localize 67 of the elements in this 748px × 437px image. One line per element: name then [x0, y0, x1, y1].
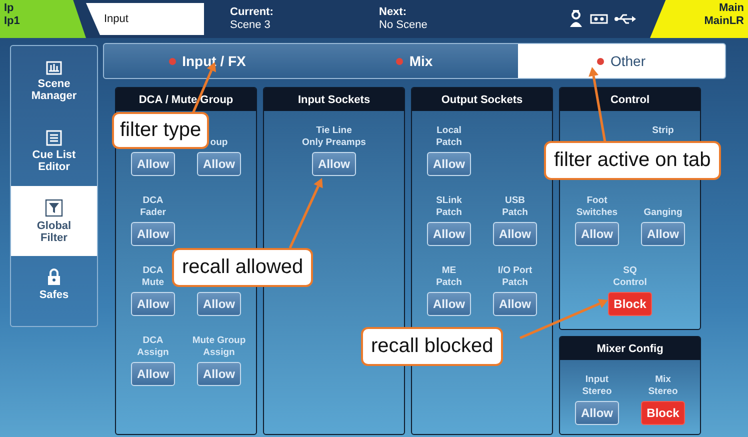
recall-toggle-button[interactable]: Allow — [493, 292, 537, 316]
sidebar-item[interactable]: Safes — [11, 256, 97, 326]
current-label: Current: — [230, 6, 274, 19]
layer-label: Ip — [4, 2, 15, 15]
filter-label: DCA Fader — [140, 195, 166, 219]
next-label: Next: — [379, 6, 408, 19]
filter-label: Tie Line Only Preamps — [302, 125, 366, 149]
channel-name-field[interactable]: Input — [86, 3, 204, 35]
sidebar-item[interactable]: Cue List Editor — [11, 116, 97, 186]
next-scene: No Scene — [379, 19, 428, 32]
filter-tab[interactable]: Input / FX — [104, 44, 311, 78]
annotation-callout: filter active on tab — [544, 141, 721, 180]
filter-label: Ganging — [644, 206, 682, 219]
filter-label: USB Patch — [502, 195, 528, 219]
filter-label: I/O Port Patch — [498, 265, 532, 289]
filter-label: Strip — [652, 125, 674, 138]
sidebar-item[interactable]: Global Filter — [11, 186, 97, 256]
recall-toggle-button[interactable]: Allow — [197, 292, 241, 316]
cassette-icon — [590, 14, 608, 24]
recall-toggle-button[interactable]: Allow — [131, 292, 175, 316]
panel-title: Output Sockets — [412, 88, 552, 111]
recall-toggle-button[interactable]: Allow — [131, 152, 175, 176]
channel-label: Ip1 — [4, 15, 21, 28]
recall-toggle-button[interactable]: Allow — [197, 362, 241, 386]
filter-label: Mix Stereo — [648, 374, 678, 398]
sidebar-item[interactable]: Scene Manager — [11, 46, 97, 116]
recall-toggle-button[interactable]: Allow — [493, 222, 537, 246]
recall-toggle-button[interactable]: Allow — [427, 152, 471, 176]
recall-toggle-button[interactable]: Allow — [131, 222, 175, 246]
mix-label: Main — [718, 2, 744, 15]
filter-label: Local Patch — [436, 125, 462, 149]
recall-toggle-button[interactable]: Block — [608, 292, 652, 316]
panel-title: DCA / Mute Group — [116, 88, 256, 111]
panel-title: Mixer Config — [560, 337, 700, 360]
recall-toggle-button[interactable]: Allow — [197, 152, 241, 176]
recall-toggle-button[interactable]: Block — [641, 401, 685, 425]
list-icon — [46, 130, 62, 146]
annotation-callout: filter type — [112, 112, 210, 149]
filter-label: oup — [210, 136, 228, 149]
recall-toggle-button[interactable]: Allow — [312, 152, 356, 176]
person-icon — [568, 10, 584, 28]
filter-label: DCA Mute — [142, 265, 164, 289]
recall-toggle-button[interactable]: Allow — [427, 292, 471, 316]
filter-tab[interactable]: Mix — [311, 44, 518, 78]
filter-tab[interactable]: Other — [518, 44, 725, 78]
current-scene: Scene 3 — [230, 19, 272, 32]
callout-arrow — [288, 178, 323, 249]
filter-label: SLink Patch — [436, 195, 462, 219]
filter-label: DCA Assign — [137, 335, 169, 359]
filter-label: ME Patch — [436, 265, 462, 289]
recall-toggle-button[interactable]: Allow — [131, 362, 175, 386]
recall-toggle-button[interactable]: Allow — [641, 222, 685, 246]
filter-label: Mute Group Assign — [192, 335, 246, 359]
panel-title: Control — [560, 88, 700, 111]
filter-label: Input Stereo — [582, 374, 612, 398]
recall-toggle-button[interactable]: Allow — [575, 222, 619, 246]
filter-icon — [45, 198, 63, 216]
usb-icon — [614, 13, 636, 25]
recall-toggle-button[interactable]: Allow — [575, 401, 619, 425]
filter-label: SQ Control — [613, 265, 647, 289]
annotation-callout: recall allowed — [172, 248, 314, 287]
mix-name: MainLR — [703, 15, 744, 28]
filter-label: Foot Switches — [576, 195, 618, 219]
mixer-icon — [46, 60, 62, 74]
annotation-callout: recall blocked — [361, 327, 504, 366]
panel-title: Input Sockets — [264, 88, 404, 111]
recall-toggle-button[interactable]: Allow — [427, 222, 471, 246]
